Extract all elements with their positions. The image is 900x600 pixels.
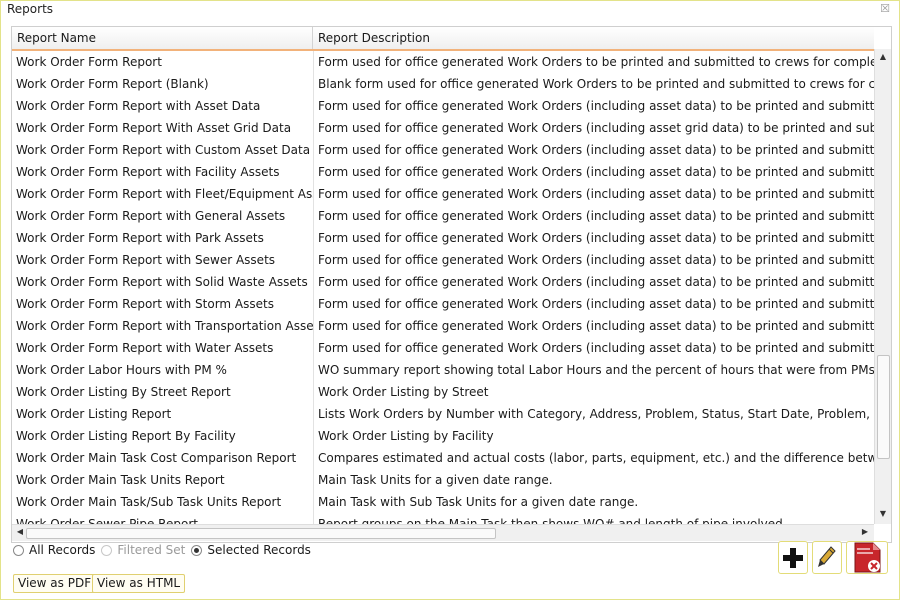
table-row[interactable]: Work Order Form Report with Park Assets F… xyxy=(12,227,874,249)
grid-header: Report Name Report Description xyxy=(12,27,874,51)
radio-all-records-circle[interactable] xyxy=(13,544,24,556)
table-row[interactable]: Work Order Listing Report Lists Work Orde… xyxy=(12,403,874,425)
report-description-cell[interactable]: Work Order Listing by Street xyxy=(313,381,874,403)
report-description-cell[interactable]: Form used for office generated Work Orde… xyxy=(313,117,874,139)
table-row[interactable]: Work Order Listing Report By Facility Wor… xyxy=(12,425,874,447)
radio-filtered-set: Filtered Set xyxy=(101,543,185,557)
table-row[interactable]: Work Order Form Report with General Asse… xyxy=(12,205,874,227)
report-description-cell[interactable]: Main Task Units for a given date range. xyxy=(313,469,874,491)
report-description-cell[interactable]: Form used for office generated Work Orde… xyxy=(313,227,874,249)
report-name-cell[interactable]: Work Order Listing Report xyxy=(12,403,313,425)
table-row[interactable]: Work Order Form Report with Storm Assets… xyxy=(12,293,874,315)
radio-all-records-label: All Records xyxy=(29,543,96,557)
delete-report-button[interactable] xyxy=(846,541,888,574)
report-description-cell[interactable]: Main Task with Sub Task Units for a give… xyxy=(313,491,874,513)
report-name-cell[interactable]: Work Order Form Report with Asset Data xyxy=(12,95,313,117)
report-description-cell[interactable]: Form used for office generated Work Orde… xyxy=(313,139,874,161)
report-description-cell[interactable]: Form used for office generated Work Orde… xyxy=(313,271,874,293)
report-description-cell[interactable]: WO summary report showing total Labor Ho… xyxy=(313,359,874,381)
reports-window: Reports ☒ Report Name Report Description… xyxy=(0,0,900,600)
report-name-cell[interactable]: Work Order Form Report with Water Assets xyxy=(12,337,313,359)
report-description-cell[interactable]: Form used for office generated Work Orde… xyxy=(313,293,874,315)
report-name-cell[interactable]: Work Order Main Task Units Report xyxy=(12,469,313,491)
horizontal-scroll-thumb[interactable] xyxy=(26,528,496,539)
table-row[interactable]: Work Order Form Report with Facility Ass… xyxy=(12,161,874,183)
report-description-cell[interactable]: Compares estimated and actual costs (lab… xyxy=(313,447,874,469)
view-as-pdf-button[interactable]: View as PDF xyxy=(13,574,97,593)
report-description-cell[interactable]: Form used for office generated Work Orde… xyxy=(313,249,874,271)
table-row[interactable]: Work Order Form Report Form used for offi… xyxy=(12,51,874,73)
report-name-cell[interactable]: Work Order Main Task/Sub Task Units Repo… xyxy=(12,491,313,513)
column-header-report-name[interactable]: Report Name xyxy=(12,27,313,49)
report-name-cell[interactable]: Work Order Form Report with Storm Assets xyxy=(12,293,313,315)
record-scope-options: All Records Filtered Set Selected Record… xyxy=(13,541,317,559)
report-description-cell[interactable]: Form used for office generated Work Orde… xyxy=(313,51,874,73)
vertical-scrollbar[interactable]: ▲ ▼ xyxy=(874,49,891,524)
radio-filtered-set-label: Filtered Set xyxy=(117,543,186,557)
report-name-cell[interactable]: Work Order Form Report with Custom Asset… xyxy=(12,139,313,161)
scroll-right-arrow-icon[interactable]: ▶ xyxy=(857,527,873,536)
table-row[interactable]: Work Order Labor Hours with PM % WO summa… xyxy=(12,359,874,381)
report-name-cell[interactable]: Work Order Form Report with Sewer Assets xyxy=(12,249,313,271)
table-row[interactable]: Work Order Form Report (Blank) Blank form… xyxy=(12,73,874,95)
table-row[interactable]: Work Order Listing By Street Report Work … xyxy=(12,381,874,403)
edit-pencil-icon xyxy=(818,546,836,567)
close-icon[interactable]: ☒ xyxy=(880,2,890,15)
column-header-report-description[interactable]: Report Description xyxy=(313,27,874,49)
table-row[interactable]: Work Order Form Report with Asset Data Fo… xyxy=(12,95,874,117)
table-row[interactable]: Work Order Form Report with Water Assets… xyxy=(12,337,874,359)
table-row[interactable]: Work Order Main Task Cost Comparison Rep… xyxy=(12,447,874,469)
radio-filtered-set-circle xyxy=(101,544,113,556)
report-description-cell[interactable]: Lists Work Orders by Number with Categor… xyxy=(313,403,874,425)
table-row[interactable]: Work Order Form Report with Custom Asset… xyxy=(12,139,874,161)
report-name-cell[interactable]: Work Order Labor Hours with PM % xyxy=(12,359,313,381)
add-icon xyxy=(783,548,803,568)
radio-all-records[interactable]: All Records xyxy=(13,543,95,557)
report-name-cell[interactable]: Work Order Form Report with Fleet/Equipm… xyxy=(12,183,313,205)
report-name-cell[interactable]: Work Order Form Report with Solid Waste … xyxy=(12,271,313,293)
scroll-up-arrow-icon[interactable]: ▲ xyxy=(875,52,891,61)
radio-selected-records[interactable]: Selected Records xyxy=(191,543,311,557)
report-name-cell[interactable]: Work Order Form Report xyxy=(12,51,313,73)
report-name-cell[interactable]: Work Order Form Report (Blank) xyxy=(12,73,313,95)
reports-grid: Report Name Report Description Work Orde… xyxy=(11,26,892,543)
report-name-cell[interactable]: Work Order Form Report with Transportati… xyxy=(12,315,313,337)
report-description-cell[interactable]: Form used for office generated Work Orde… xyxy=(313,161,874,183)
table-row[interactable]: Work Order Main Task Units Report Main Ta… xyxy=(12,469,874,491)
edit-report-button[interactable] xyxy=(812,541,842,574)
table-row[interactable]: Work Order Form Report with Sewer Assets… xyxy=(12,249,874,271)
add-report-button[interactable] xyxy=(778,541,808,574)
report-name-cell[interactable]: Work Order Form Report with Facility Ass… xyxy=(12,161,313,183)
report-description-cell[interactable]: Form used for office generated Work Orde… xyxy=(313,315,874,337)
report-name-cell[interactable]: Work Order Listing Report By Facility xyxy=(12,425,313,447)
report-description-cell[interactable]: Form used for office generated Work Orde… xyxy=(313,95,874,117)
report-name-cell[interactable]: Work Order Form Report with General Asse… xyxy=(12,205,313,227)
table-row[interactable]: Work Order Form Report with Transportati… xyxy=(12,315,874,337)
table-row[interactable]: Work Order Form Report with Solid Waste … xyxy=(12,271,874,293)
scroll-down-arrow-icon[interactable]: ▼ xyxy=(875,509,891,518)
report-description-cell[interactable]: Blank form used for office generated Wor… xyxy=(313,73,874,95)
table-row[interactable]: Work Order Form Report With Asset Grid D… xyxy=(12,117,874,139)
radio-selected-records-label: Selected Records xyxy=(207,543,311,557)
table-row[interactable]: Work Order Form Report with Fleet/Equipm… xyxy=(12,183,874,205)
report-name-cell[interactable]: Work Order Main Task Cost Comparison Rep… xyxy=(12,447,313,469)
horizontal-scrollbar[interactable]: ◀ ▶ xyxy=(12,524,874,541)
report-description-cell[interactable]: Form used for office generated Work Orde… xyxy=(313,205,874,227)
radio-selected-records-circle[interactable] xyxy=(191,544,203,556)
table-row[interactable]: Work Order Main Task/Sub Task Units Repo… xyxy=(12,491,874,513)
window-title: Reports xyxy=(7,2,54,16)
vertical-scroll-thumb[interactable] xyxy=(877,355,890,459)
report-name-cell[interactable]: Work Order Form Report With Asset Grid D… xyxy=(12,117,313,139)
report-description-cell[interactable]: Form used for office generated Work Orde… xyxy=(313,183,874,205)
report-description-cell[interactable]: Form used for office generated Work Orde… xyxy=(313,337,874,359)
report-description-cell[interactable]: Work Order Listing by Facility xyxy=(313,425,874,447)
report-name-cell[interactable]: Work Order Listing By Street Report xyxy=(12,381,313,403)
grid-rows: Work Order Form Report Form used for offi… xyxy=(12,51,874,525)
view-as-html-button[interactable]: View as HTML xyxy=(92,574,186,593)
report-name-cell[interactable]: Work Order Form Report with Park Assets xyxy=(12,227,313,249)
delete-pdf-icon xyxy=(854,542,881,573)
